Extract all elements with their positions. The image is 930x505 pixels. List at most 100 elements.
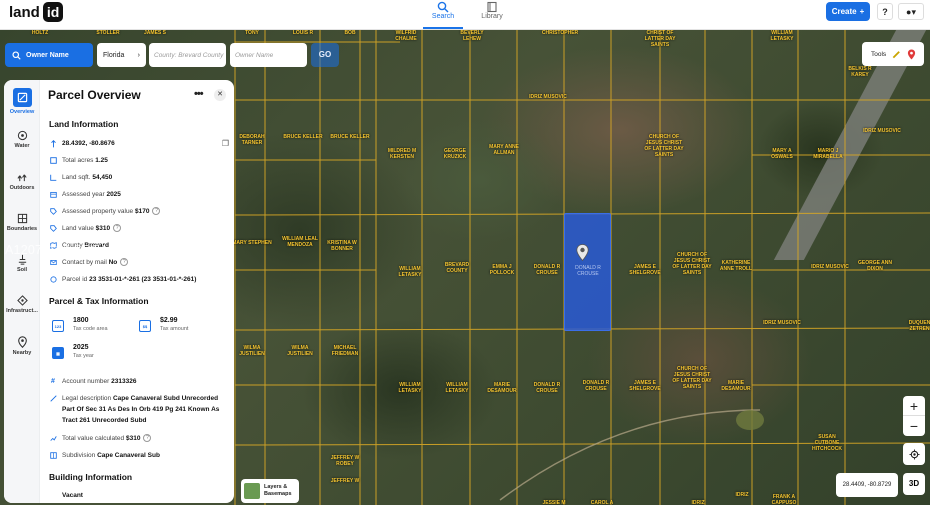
rail-item-nearby[interactable]: Nearby xyxy=(4,336,40,356)
account-value: 2313326 xyxy=(111,378,137,385)
parcel-owner-label: JEFFREY W ROBEY xyxy=(330,455,360,467)
plus-icon: + xyxy=(859,7,865,16)
search-mode-button[interactable]: Owner Name xyxy=(5,43,93,67)
more-options-icon[interactable]: ••• xyxy=(194,88,204,100)
tools-label: Tools xyxy=(871,50,887,58)
parcel-owner-label: DONALD R CROUSE xyxy=(582,380,610,392)
parcel-owner-label: CHURCH OF JESUS CHRIST OF LATTER DAY SAI… xyxy=(644,134,684,158)
state-select[interactable]: Florida › xyxy=(97,43,146,67)
tools-button[interactable]: Tools xyxy=(862,42,924,66)
basemap-thumbnail-icon xyxy=(244,483,260,499)
parcel-owner-label: IDRIZ xyxy=(691,500,705,505)
parcel-owner-label: WILLIAM LEAL MENDOZA xyxy=(282,236,318,248)
rail-label-boundaries: Boundaries xyxy=(6,226,38,232)
contact-label: Contact by mail xyxy=(62,259,107,266)
parcel-owner-label: IDRIZ MUSOVIC xyxy=(863,128,901,134)
user-menu-button[interactable]: ●▾ xyxy=(898,3,924,20)
layers-button[interactable]: Layers & Basemaps xyxy=(241,479,299,503)
parcel-owner-label: MARIE DESAMOUR xyxy=(487,382,517,394)
user-icon: ●▾ xyxy=(906,7,916,17)
zoom-controls: + − xyxy=(903,396,925,436)
parcel-owner-label: BOB xyxy=(344,30,356,36)
parcel-owner-label: IDRIZ MUSOVIC xyxy=(811,264,849,270)
rail-label-overview: Overview xyxy=(9,109,35,115)
crosshair-icon xyxy=(908,448,920,460)
rail-item-water[interactable]: Water xyxy=(4,130,40,149)
parcel-owner-label: TONY xyxy=(245,30,259,36)
search-icon xyxy=(437,1,449,13)
3d-toggle-button[interactable]: 3D xyxy=(903,473,925,495)
assessed-year-label: Assessed year xyxy=(62,191,105,198)
rail-label-soil: Soil xyxy=(16,267,28,273)
create-label: Create xyxy=(831,7,857,16)
help-circle-icon[interactable]: ? xyxy=(120,258,129,267)
parcel-owner-label: WILLIAM LETASKY xyxy=(770,30,794,42)
outdoors-icon xyxy=(16,174,27,182)
parcel-owner-label: BRUCE KELLER xyxy=(330,134,370,140)
parcel-owner-label: CHURCH OF JESUS CHRIST OF LATTER DAY SAI… xyxy=(672,252,712,276)
go-button[interactable]: GO xyxy=(311,43,339,67)
help-button[interactable]: ? xyxy=(877,3,893,20)
rail-item-infrastructure[interactable]: Infrastruct... xyxy=(4,295,40,314)
tab-library[interactable]: Library xyxy=(472,0,512,29)
calendar-icon xyxy=(49,189,57,198)
rail-label-outdoors: Outdoors xyxy=(9,185,35,191)
layers-label-line2: Basemaps xyxy=(264,491,292,497)
parcel-id-label: Parcel id xyxy=(62,276,88,283)
pencil-icon[interactable] xyxy=(892,50,901,59)
parcel-owner-label: WILLIAM LETASKY xyxy=(445,382,469,394)
location-pin-icon xyxy=(49,138,57,148)
total-value-label: Total value calculated xyxy=(62,435,125,442)
help-circle-icon[interactable]: ? xyxy=(152,207,161,216)
legal-label: Legal description xyxy=(62,395,112,402)
map-marker-icon[interactable] xyxy=(907,49,916,60)
contact-by-mail-row: Contact by mail No? xyxy=(49,257,229,268)
landid-logo[interactable]: land id xyxy=(9,2,64,22)
chevron-right-icon: › xyxy=(137,51,140,59)
rail-label-nearby: Nearby xyxy=(12,350,32,356)
help-circle-icon[interactable]: ? xyxy=(113,224,122,233)
help-circle-icon[interactable]: ? xyxy=(143,434,152,443)
selected-parcel-label: DONALD R CROUSE xyxy=(575,265,601,277)
layers-label-line1: Layers & xyxy=(264,484,288,490)
parcel-owner-label: MARIE DESAMOUR xyxy=(721,380,751,392)
county-field[interactable]: County: Brevard County xyxy=(149,43,226,67)
parcel-owner-label: FRANK A CAPPUSO xyxy=(771,494,797,505)
tax-code-icon: 123 xyxy=(52,320,64,332)
parcel-owner-label: WILLIAM LETASKY xyxy=(398,266,422,278)
close-panel-button[interactable]: ✕ xyxy=(214,89,226,101)
parcel-owner-label: DEBORAH TARNER xyxy=(239,134,265,146)
panel-title: Parcel Overview xyxy=(48,88,141,102)
tax-code-area: 1800 Tax code area xyxy=(73,317,108,332)
create-button[interactable]: Create + xyxy=(826,2,870,21)
zoom-out-button[interactable]: − xyxy=(903,416,925,436)
tax-amount: $2.99 Tax amount xyxy=(160,317,188,332)
parcel-owner-label: IDRIZ MUSOVIC xyxy=(529,94,567,100)
parcel-owner-label: BRUCE KELLER xyxy=(283,134,323,140)
water-icon xyxy=(17,130,27,141)
overview-icon xyxy=(12,88,32,107)
parcel-owner-label: BREVARD COUNTY xyxy=(444,262,470,274)
grid-icon xyxy=(49,155,57,164)
tax-year-icon: ▦ xyxy=(52,347,64,359)
total-value-value: $310 xyxy=(125,435,141,442)
land-sqft-value: 54,450 xyxy=(92,174,113,181)
locate-button[interactable] xyxy=(903,443,925,465)
parcel-owner-label: MARIO J MIRABELLA xyxy=(813,148,843,160)
parcel-owner-label: SUSAN CUTBONE HITCHCOCK xyxy=(812,434,842,452)
parcel-owner-label: HOLTZ xyxy=(31,30,49,36)
mls-watermark: A12071136 ©BEACHESMLS© 2026 xyxy=(5,243,213,257)
rail-item-outdoors[interactable]: Outdoors xyxy=(4,172,40,191)
rail-item-overview[interactable]: Overview xyxy=(4,88,40,115)
owner-name-field[interactable]: Owner Name xyxy=(230,43,307,67)
coordinates-readout: 28.4409, -80.8729 xyxy=(836,473,898,497)
copy-icon[interactable]: ❐ xyxy=(222,138,229,149)
tab-search[interactable]: Search xyxy=(423,0,463,29)
layers-label: Layers & Basemaps xyxy=(264,484,292,498)
total-acres-value: 1.25 xyxy=(95,157,108,164)
zoom-in-button[interactable]: + xyxy=(903,396,925,416)
total-value-row: Total value calculated $310? xyxy=(49,433,229,444)
parcel-owner-label: DONALD R CROUSE xyxy=(533,264,561,276)
rail-item-boundaries[interactable]: Boundaries xyxy=(4,213,40,232)
panel-content: Parcel Overview ••• ✕ Land Information 2… xyxy=(40,80,234,503)
